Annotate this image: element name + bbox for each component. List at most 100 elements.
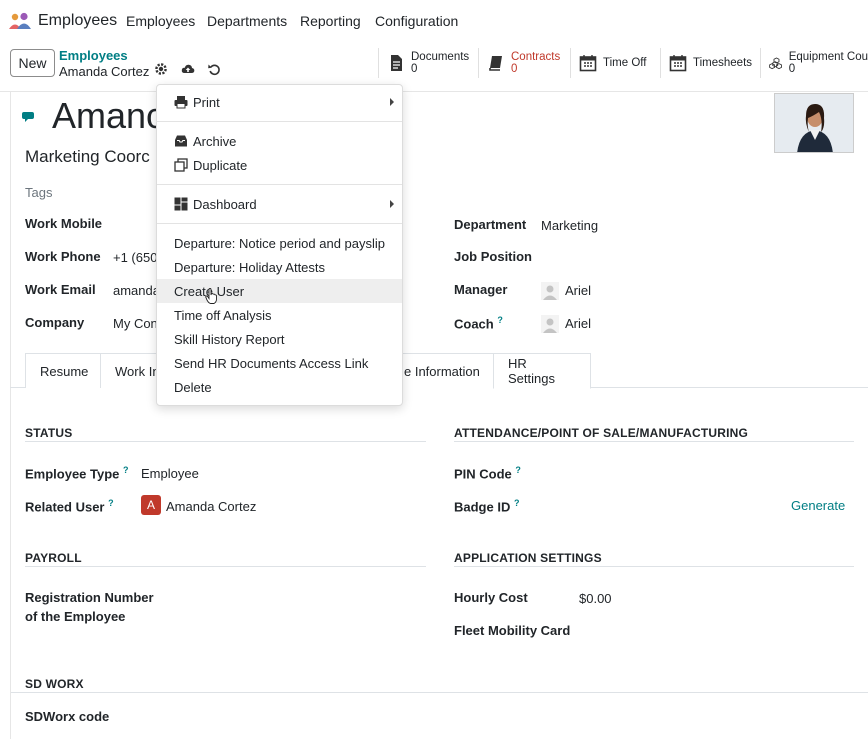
print-menu-item[interactable]: Print [157,90,402,114]
equipment-smart-button[interactable]: Equipment Cou 0 [760,48,868,78]
top-navbar: Employees Employees Departments Reportin… [0,0,868,42]
gear-icon[interactable] [154,62,168,76]
hand-cursor-icon [205,288,217,304]
time-off-analysis-menu-item[interactable]: Time off Analysis [157,303,402,327]
archive-icon [175,135,187,147]
chat-icon[interactable] [22,111,36,123]
attendance-divider [454,441,854,442]
related-user-label: Related User ? [25,498,114,515]
print-label: Print [193,94,220,110]
menu-reporting[interactable]: Reporting [300,13,361,29]
coach-avatar-icon [541,315,559,333]
menu-divider [157,121,402,122]
timesheets-label: Timesheets [693,57,753,69]
manager-label: Manager [454,282,508,297]
equipment-count: 0 [788,63,796,75]
departure-holiday-menu-item[interactable]: Departure: Holiday Attests [157,255,402,279]
archive-menu-item[interactable]: Archive [157,129,402,153]
send-hr-documents-menu-item[interactable]: Send HR Documents Access Link [157,351,402,375]
tab-private-information[interactable]: e Information [390,353,494,388]
contracts-count: 0 [511,63,518,75]
caret-right-icon [390,200,394,208]
app-name[interactable]: Employees [38,12,117,30]
duplicate-label: Duplicate [193,157,248,173]
menu-divider [157,184,402,185]
related-user-value[interactable]: Amanda Cortez [166,499,256,514]
new-button[interactable]: New [10,49,55,77]
company-label: Company [25,315,85,330]
work-phone-value[interactable]: +1 (650 [113,250,157,265]
cubes-icon [769,57,782,70]
sdworx-code-label: SDWorx code [25,709,110,724]
print-icon [174,96,188,109]
work-mobile-label: Work Mobile [25,216,103,231]
sdworx-divider [11,692,868,693]
tab-bar: Resume Work In e Information HR Settings [10,353,868,389]
breadcrumb-current: Amanda Cortez [59,64,150,79]
tab-resume[interactable]: Resume [25,353,101,388]
pin-code-label: PIN Code ? [454,465,521,482]
calendar-icon [669,55,687,72]
employee-photo[interactable] [774,93,854,153]
employee-type-label: Employee Type ? [25,465,129,482]
documents-label: Documents [411,51,470,63]
time-off-smart-button[interactable]: Time Off [570,48,660,78]
delete-menu-item[interactable]: Delete [157,375,402,399]
payroll-divider [25,566,426,567]
status-section-title: STATUS [25,426,73,440]
help-icon[interactable]: ? [497,315,503,325]
copy-icon [174,158,188,172]
file-icon [391,55,402,71]
company-value[interactable]: My Con [113,316,158,331]
work-phone-label: Work Phone [25,249,101,264]
related-user-avatar: A [141,495,161,515]
job-title[interactable]: Marketing Coorc [25,147,150,167]
hourly-cost-label: Hourly Cost [454,590,528,605]
calendar-icon [579,55,597,72]
work-email-label: Work Email [25,282,96,297]
help-icon[interactable]: ? [515,465,521,475]
employee-name[interactable]: Amanc [52,95,164,137]
archive-label: Archive [193,133,237,149]
breadcrumb-parent[interactable]: Employees [59,48,128,63]
control-panel: New Employees Amanda Cortez Documents 0 C… [0,42,868,92]
documents-smart-button[interactable]: Documents 0 [378,48,478,78]
contracts-smart-button[interactable]: Contracts 0 [478,48,570,78]
registration-number-label-2: of the Employee [25,609,126,624]
employee-avatar-image [775,94,853,152]
generate-badge-button[interactable]: Generate [791,498,845,513]
department-value[interactable]: Marketing [541,218,598,233]
menu-departments[interactable]: Departments [207,13,287,29]
departure-notice-menu-item[interactable]: Departure: Notice period and payslip [157,231,402,255]
menu-employees[interactable]: Employees [126,13,195,29]
timesheets-smart-button[interactable]: Timesheets [660,48,760,78]
book-icon [489,56,502,71]
tags-field[interactable]: Tags [25,185,52,200]
create-user-menu-item[interactable]: Create User [157,279,402,303]
coach-value[interactable]: Ariel [565,316,591,331]
sdworx-section-title: SD WORX [25,677,84,691]
hourly-cost-value[interactable]: $0.00 [579,591,612,606]
fleet-card-label: Fleet Mobility Card [454,623,571,638]
help-icon[interactable]: ? [123,465,129,475]
badge-id-label: Badge ID ? [454,498,520,515]
application-divider [454,566,854,567]
tab-hr-settings[interactable]: HR Settings [493,353,591,389]
coach-label: Coach ? [454,315,503,332]
help-icon[interactable]: ? [514,498,520,508]
equipment-label: Equipment Cou [788,51,868,63]
actions-dropdown: Print Archive Duplicate Dashboard Depart… [156,84,403,406]
documents-count: 0 [411,63,418,75]
help-icon[interactable]: ? [108,498,114,508]
employees-app-icon[interactable] [9,12,31,30]
work-email-value[interactable]: amanda [113,283,160,298]
menu-configuration[interactable]: Configuration [375,13,458,29]
dashboard-menu-item[interactable]: Dashboard [157,192,402,216]
caret-right-icon [390,98,394,106]
undo-icon[interactable] [207,62,221,76]
employee-type-value[interactable]: Employee [141,466,199,481]
manager-value[interactable]: Ariel [565,283,591,298]
duplicate-menu-item[interactable]: Duplicate [157,153,402,177]
skill-history-menu-item[interactable]: Skill History Report [157,327,402,351]
cloud-upload-icon[interactable] [181,62,195,76]
